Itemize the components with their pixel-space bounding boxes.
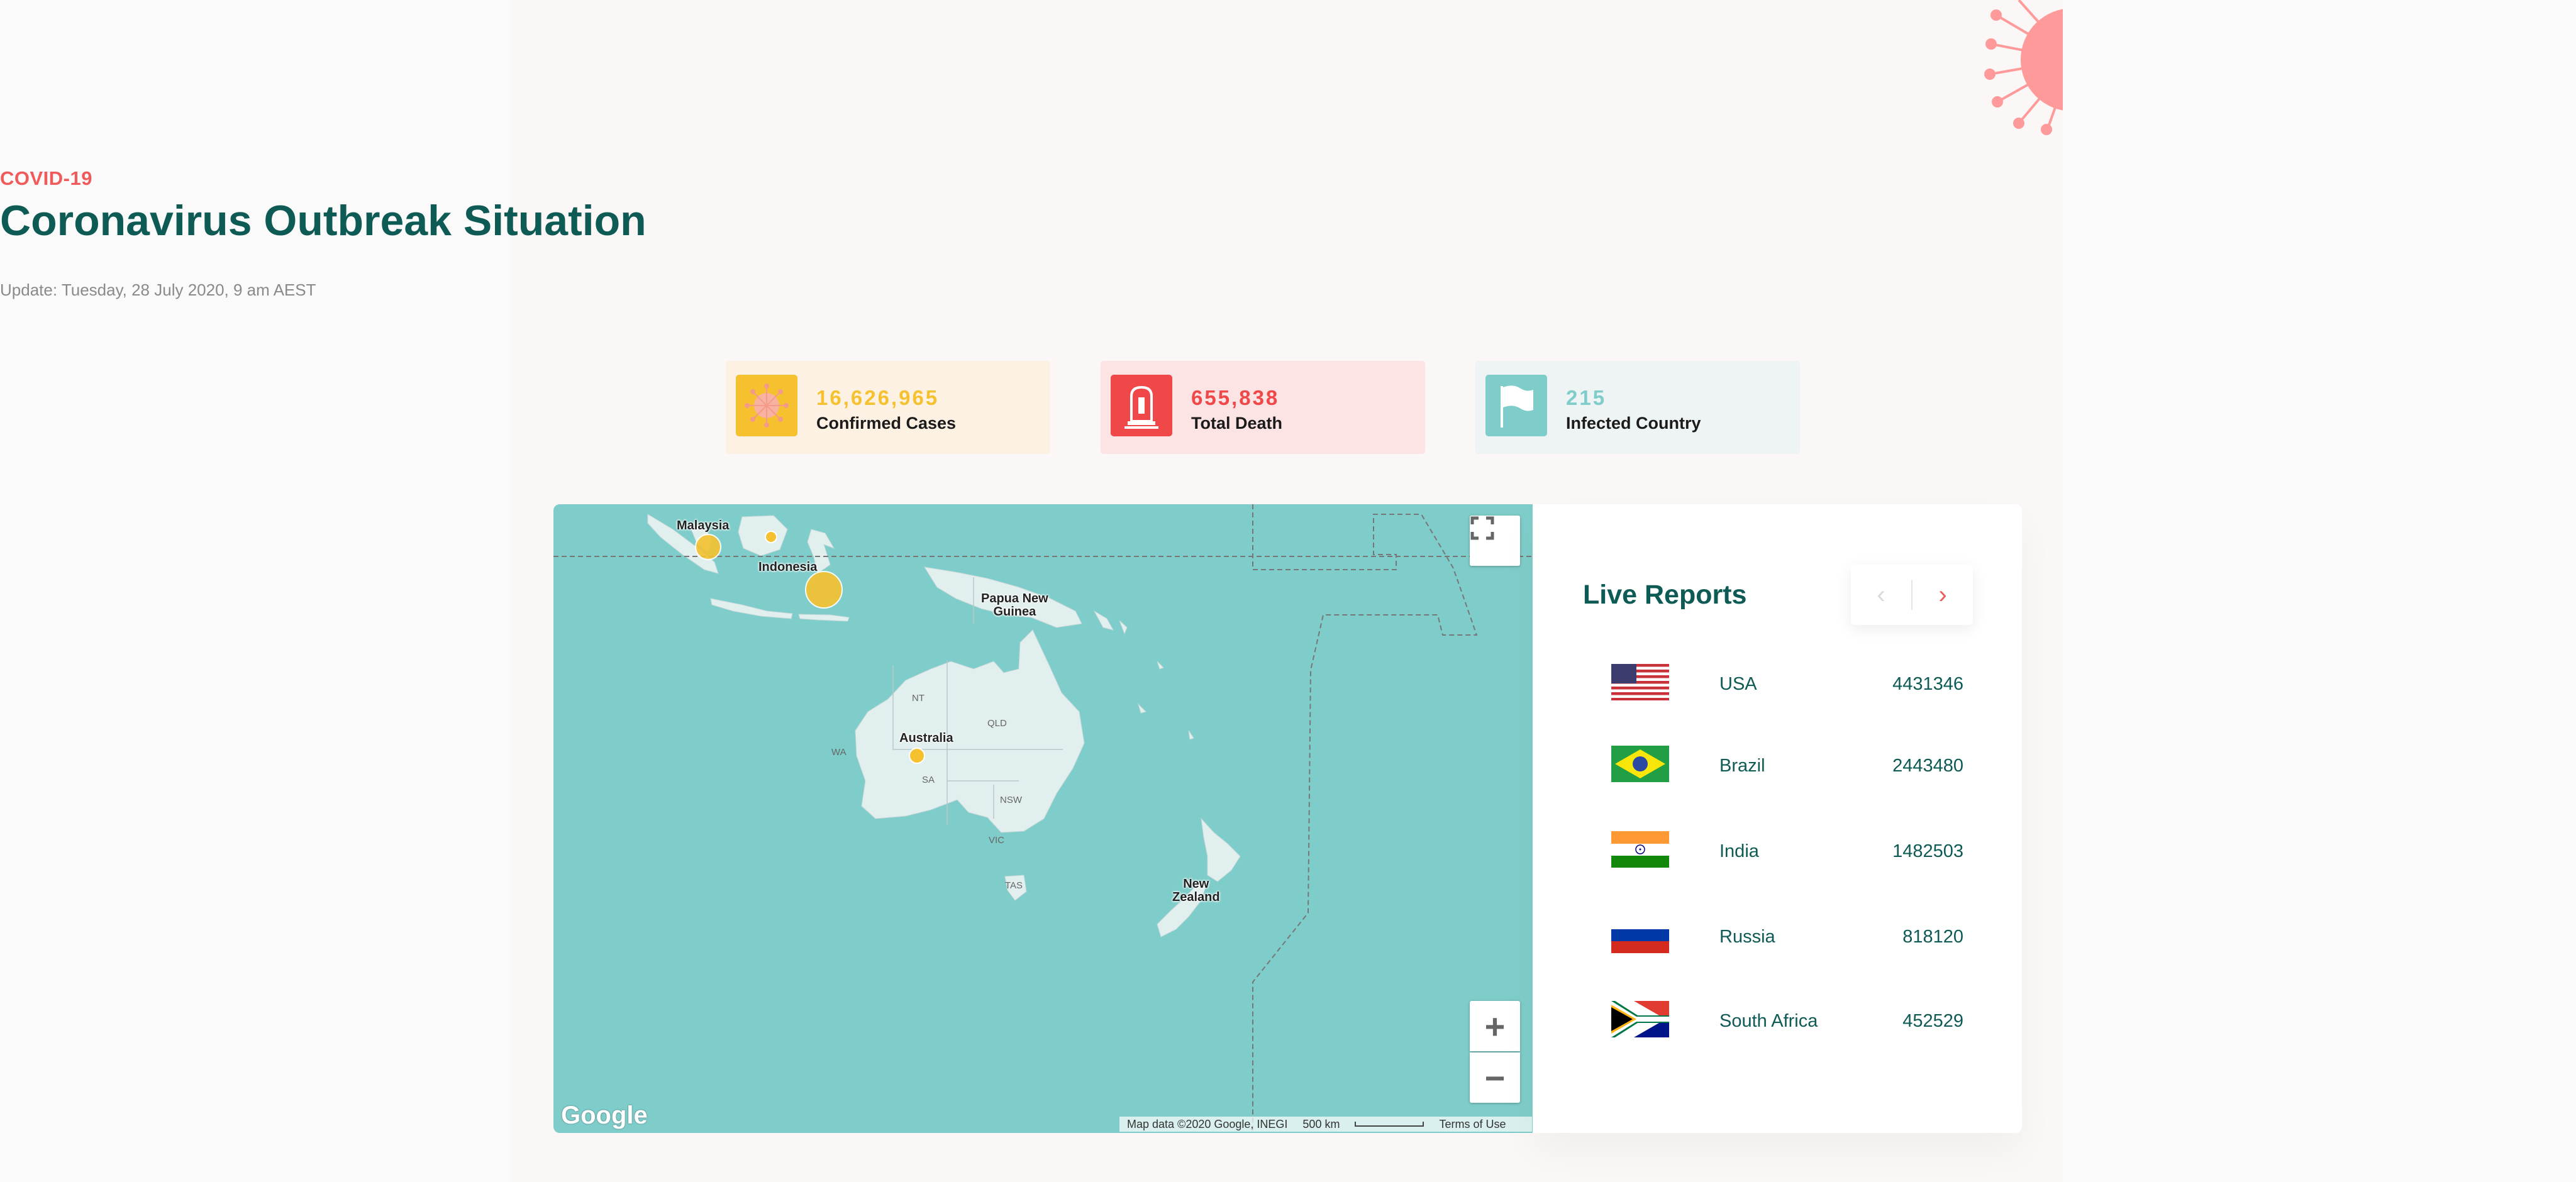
fullscreen-icon bbox=[1470, 516, 1494, 540]
outbreak-map[interactable]: Malaysia Indonesia Papua New Guinea Aust… bbox=[553, 504, 1533, 1133]
russia-flag-icon bbox=[1611, 917, 1669, 953]
map-state-wa: WA bbox=[831, 747, 847, 758]
stat-card-deaths: 655,838 Total Death bbox=[1101, 361, 1425, 454]
case-count: 818120 bbox=[1902, 927, 1963, 947]
next-page-button[interactable]: › bbox=[1913, 565, 1973, 625]
zoom-in-button[interactable]: + bbox=[1470, 1001, 1520, 1051]
eyebrow-label: COVID-19 bbox=[0, 167, 92, 189]
country-name: Brazil bbox=[1719, 756, 1765, 776]
case-count: 4431346 bbox=[1892, 674, 1963, 694]
stat-card-confirmed: 16,626,965 Confirmed Cases bbox=[726, 361, 1050, 454]
live-reports-panel: Live Reports ‹ › USA 4431346 Brazil 2443… bbox=[1533, 504, 2022, 1133]
list-item[interactable]: South Africa 452529 bbox=[1611, 1001, 1963, 1045]
update-timestamp: Update: Tuesday, 28 July 2020, 9 am AEST bbox=[0, 280, 316, 299]
tombstone-icon bbox=[1111, 375, 1172, 436]
south-africa-flag-icon bbox=[1611, 1001, 1669, 1037]
live-reports-title: Live Reports bbox=[1583, 580, 1747, 610]
map-label-papua-new-guinea: Papua New Guinea bbox=[981, 592, 1048, 619]
list-item[interactable]: Russia 818120 bbox=[1611, 917, 1963, 961]
confirmed-cases-value: 16,626,965 bbox=[816, 386, 940, 409]
map-state-nt: NT bbox=[912, 693, 924, 704]
map-label-indonesia: Indonesia bbox=[758, 560, 818, 574]
map-label-malaysia: Malaysia bbox=[677, 519, 730, 533]
country-name: USA bbox=[1719, 674, 1757, 694]
map-state-nsw: NSW bbox=[1000, 795, 1022, 805]
case-count: 2443480 bbox=[1892, 756, 1963, 776]
google-logo: Google bbox=[561, 1102, 648, 1129]
virus-decoration-icon bbox=[1981, 0, 2063, 135]
list-item[interactable]: Brazil 2443480 bbox=[1611, 746, 1963, 790]
map-state-tas: TAS bbox=[1005, 880, 1023, 891]
brazil-flag-icon bbox=[1611, 746, 1669, 782]
total-death-label: Total Death bbox=[1191, 414, 1283, 433]
map-scale-bar bbox=[1355, 1122, 1424, 1127]
confirmed-cases-label: Confirmed Cases bbox=[816, 414, 957, 433]
list-item[interactable]: USA 4431346 bbox=[1611, 664, 1963, 708]
case-count: 1482503 bbox=[1892, 841, 1963, 861]
fullscreen-button[interactable] bbox=[1470, 516, 1520, 566]
country-name: India bbox=[1719, 841, 1759, 861]
map-scale-label: 500 km bbox=[1302, 1117, 1340, 1130]
infected-country-label: Infected Country bbox=[1566, 414, 1701, 433]
live-reports-pager: ‹ › bbox=[1851, 565, 1973, 625]
prev-page-button[interactable]: ‹ bbox=[1851, 565, 1911, 625]
total-death-value: 655,838 bbox=[1191, 386, 1280, 409]
map-state-qld: QLD bbox=[987, 718, 1007, 729]
map-attribution: Map data ©2020 Google, INEGI 500 km Term… bbox=[1119, 1117, 1532, 1132]
zoom-out-button[interactable]: − bbox=[1470, 1052, 1520, 1103]
map-state-vic: VIC bbox=[989, 835, 1005, 846]
terms-of-use-link[interactable]: Terms of Use bbox=[1439, 1118, 1506, 1131]
map-label-new-zealand: New Zealand bbox=[1172, 877, 1220, 904]
india-flag-icon bbox=[1611, 831, 1669, 868]
map-label-australia: Australia bbox=[899, 731, 953, 745]
map-data-credit: Map data ©2020 Google, INEGI bbox=[1127, 1117, 1288, 1130]
stat-card-countries: 215 Infected Country bbox=[1475, 361, 1800, 454]
virus-icon bbox=[736, 375, 797, 436]
flag-icon bbox=[1485, 375, 1547, 436]
country-name: Russia bbox=[1719, 927, 1775, 947]
case-count: 452529 bbox=[1902, 1011, 1963, 1031]
map-state-sa: SA bbox=[922, 775, 935, 785]
country-name: South Africa bbox=[1719, 1011, 1818, 1031]
page-title: Coronavirus Outbreak Situation bbox=[0, 197, 647, 245]
infected-country-value: 215 bbox=[1566, 386, 1607, 409]
usa-flag-icon bbox=[1611, 664, 1669, 700]
list-item[interactable]: India 1482503 bbox=[1611, 831, 1963, 875]
